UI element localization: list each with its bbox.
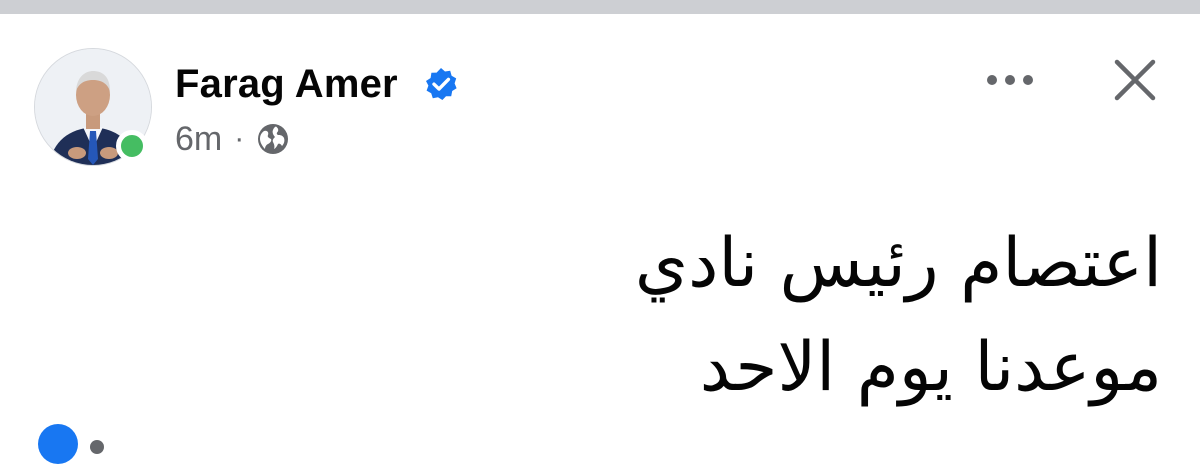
more-options-button[interactable] xyxy=(980,58,1040,102)
author-name[interactable]: Farag Amer xyxy=(175,62,398,107)
verified-badge-icon xyxy=(423,66,459,102)
online-status-indicator xyxy=(116,130,148,162)
post-meta: 6m · xyxy=(175,117,290,161)
reaction-icon[interactable] xyxy=(38,424,78,464)
globe-icon[interactable] xyxy=(256,122,290,156)
post-timestamp[interactable]: 6m xyxy=(175,120,222,159)
close-button[interactable] xyxy=(1104,54,1166,106)
post-card: Farag Amer 6m · اعتصام رئيس نادي موعدنا … xyxy=(0,14,1200,464)
top-divider-bar xyxy=(0,0,1200,14)
meta-separator: · xyxy=(234,122,245,155)
post-body-text: اعتصام رئيس نادي موعدنا يوم الاحد xyxy=(634,224,1162,407)
author-avatar[interactable] xyxy=(34,48,152,166)
close-icon xyxy=(1114,59,1156,101)
more-horizontal-icon xyxy=(987,75,1033,85)
reaction-count-dot xyxy=(90,440,104,454)
